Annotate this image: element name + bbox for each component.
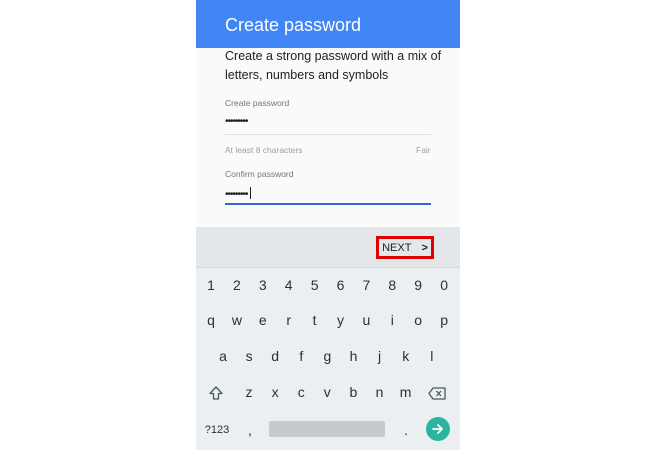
key-b[interactable]: b: [340, 382, 366, 402]
key-p[interactable]: p: [431, 310, 457, 330]
key-q[interactable]: q: [198, 310, 224, 330]
comma-key[interactable]: ,: [240, 420, 260, 440]
next-button-label: NEXT: [382, 241, 412, 254]
key-u[interactable]: u: [353, 310, 379, 330]
key-digit-6[interactable]: 6: [328, 275, 354, 295]
arrow-right-icon: [432, 424, 443, 434]
key-t[interactable]: t: [302, 310, 328, 330]
key-digit-8[interactable]: 8: [379, 275, 405, 295]
key-digit-3[interactable]: 3: [250, 275, 276, 295]
go-button[interactable]: [426, 417, 450, 441]
create-password-underline: [225, 134, 431, 135]
key-f[interactable]: f: [288, 346, 314, 366]
key-d[interactable]: d: [262, 346, 288, 366]
create-password-label: Create password: [225, 98, 290, 108]
phone-screen: Create password Create a strong password…: [196, 0, 460, 450]
period-key[interactable]: .: [396, 420, 416, 440]
create-password-input[interactable]: •••••••••: [225, 116, 248, 128]
confirm-password-label: Confirm password: [225, 169, 294, 179]
key-digit-7[interactable]: 7: [353, 275, 379, 295]
key-digit-2[interactable]: 2: [224, 275, 250, 295]
key-digit-1[interactable]: 1: [198, 275, 224, 295]
page-title: Create password: [225, 15, 362, 35]
password-strength: Fair: [416, 145, 431, 155]
next-button[interactable]: NEXT >: [376, 236, 434, 259]
key-w[interactable]: w: [224, 310, 250, 330]
key-v[interactable]: v: [314, 382, 340, 402]
key-digit-5[interactable]: 5: [302, 275, 328, 295]
backspace-icon[interactable]: [428, 387, 446, 400]
key-x[interactable]: x: [262, 382, 288, 402]
space-key[interactable]: [269, 421, 385, 437]
keyboard-suggestion-bar: NEXT >: [196, 227, 460, 268]
key-digit-0[interactable]: 0: [431, 275, 457, 295]
description-text: Create a strong password with a mix of l…: [225, 49, 442, 82]
chevron-right-icon: >: [421, 241, 428, 254]
text-cursor: [249, 187, 251, 199]
key-m[interactable]: m: [393, 382, 419, 402]
key-z[interactable]: z: [236, 382, 262, 402]
soft-keyboard: NEXT > 1234567890 qwertyuiop asdfghjkl zxcv…: [196, 227, 460, 450]
key-i[interactable]: i: [379, 310, 405, 330]
shift-icon[interactable]: [208, 385, 224, 401]
confirm-password-underline: [225, 203, 431, 205]
key-o[interactable]: o: [405, 310, 431, 330]
confirm-password-value: •••••••••: [225, 189, 248, 200]
key-j[interactable]: j: [367, 346, 393, 366]
symbols-key[interactable]: ?123: [198, 420, 236, 440]
key-digit-9[interactable]: 9: [405, 275, 431, 295]
key-a[interactable]: a: [210, 346, 236, 366]
key-c[interactable]: c: [288, 382, 314, 402]
password-hint: At least 8 characters: [225, 145, 303, 155]
key-r[interactable]: r: [276, 310, 302, 330]
key-s[interactable]: s: [236, 346, 262, 366]
key-k[interactable]: k: [393, 346, 419, 366]
key-g[interactable]: g: [314, 346, 340, 366]
key-n[interactable]: n: [367, 382, 393, 402]
app-bar: Create password: [196, 0, 460, 48]
key-l[interactable]: l: [419, 346, 445, 366]
key-e[interactable]: e: [250, 310, 276, 330]
key-h[interactable]: h: [341, 346, 367, 366]
key-digit-4[interactable]: 4: [276, 275, 302, 295]
key-y[interactable]: y: [328, 310, 354, 330]
confirm-password-input[interactable]: •••••••••: [225, 187, 251, 201]
